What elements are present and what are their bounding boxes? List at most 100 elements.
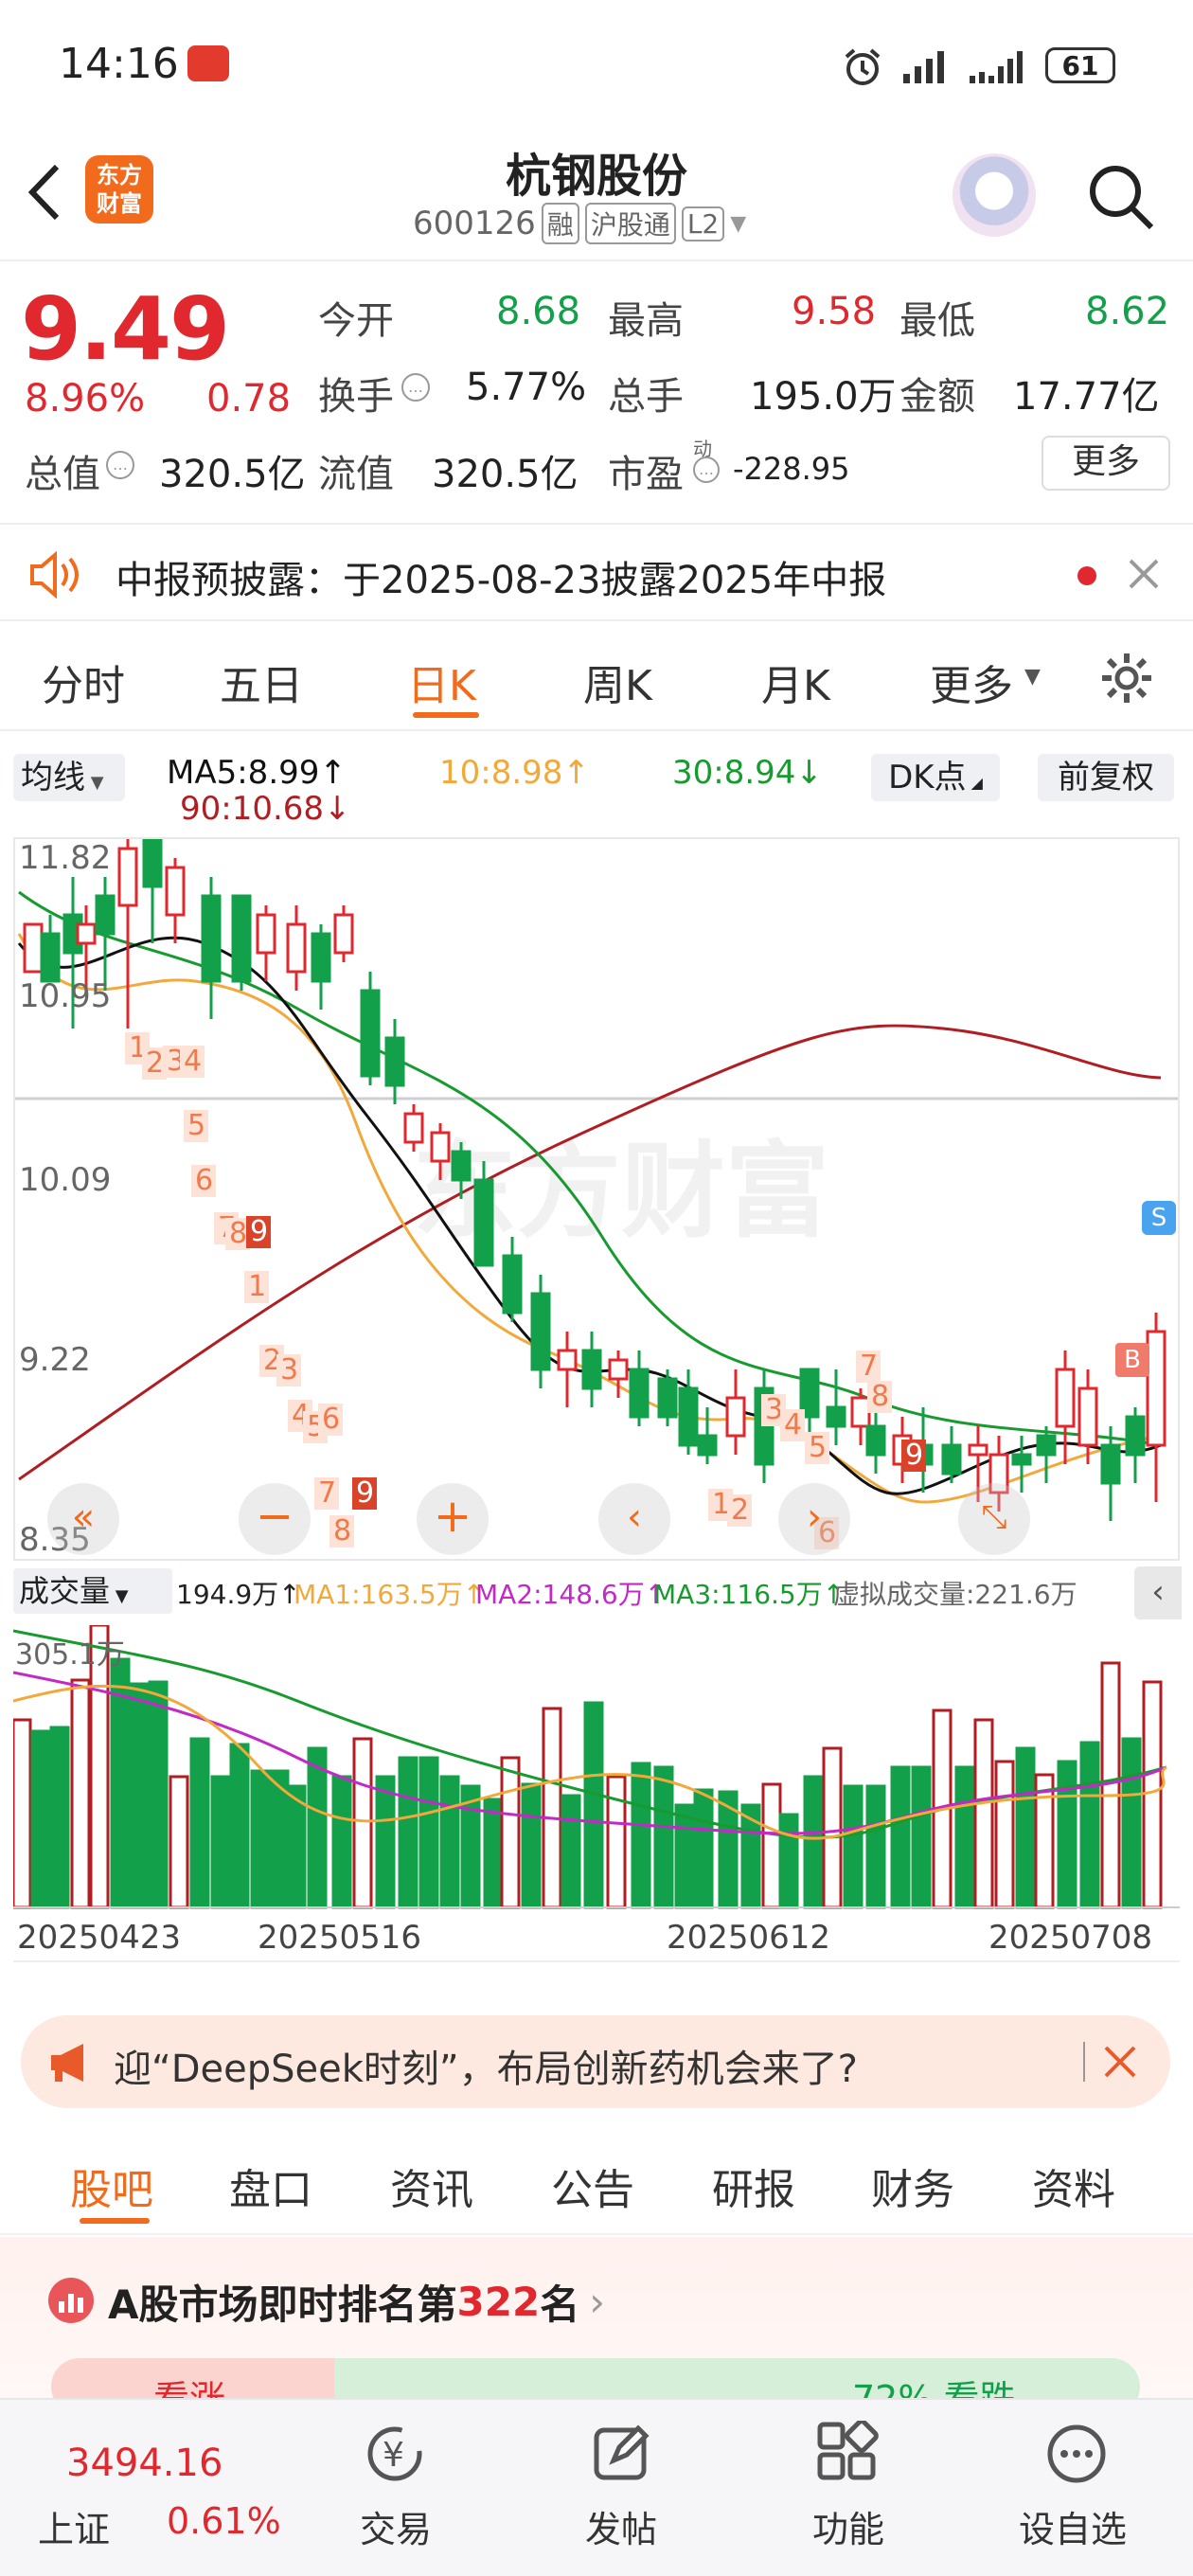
mcap-label: 总值 <box>25 453 100 496</box>
sub-tabs: 股吧 盘口 资讯 公告 研报 财务 资料 <box>0 2131 1193 2235</box>
banner-close-icon[interactable] <box>1102 2044 1138 2080</box>
subtab-forum[interactable]: 股吧 <box>70 2156 153 2216</box>
volume-bar <box>1057 1760 1077 1909</box>
volume-bar <box>693 1788 714 1909</box>
tab-monthly-k[interactable]: 月K <box>761 652 830 712</box>
volume-y-max: 305.1万 <box>15 1638 125 1672</box>
signal-icon <box>903 51 944 83</box>
candle-body <box>1125 1415 1146 1457</box>
quote-panel: 9.49 8.96% 0.78 今开 8.68 最高 9.58 最低 8.62 … <box>0 263 1193 519</box>
volume-bar <box>561 1794 581 1909</box>
subtab-announcements[interactable]: 公告 <box>551 2156 634 2216</box>
volume-chart[interactable]: 305.1万 <box>13 1625 1180 1909</box>
volume-bar <box>1015 1746 1036 1909</box>
header: 东方 财富 杭钢股份 600126 融 沪股通 L2 ▼ <box>0 133 1193 261</box>
subtab-news[interactable]: 资讯 <box>390 2156 473 2216</box>
volume-bar <box>148 1680 169 1909</box>
promo-banner[interactable]: 迎“DeepSeek时刻”，布局创新药机会来了? <box>21 2015 1170 2108</box>
stock-code-row[interactable]: 600126 融 沪股通 L2 ▼ <box>413 203 746 244</box>
subtab-finance[interactable]: 财务 <box>871 2156 954 2216</box>
next-button[interactable]: › <box>778 1483 850 1555</box>
volume-bar <box>1079 1741 1100 1909</box>
candle-body <box>165 866 186 917</box>
volume-ma1: MA1:163.5万↑ <box>294 1579 486 1610</box>
nav-post[interactable]: 发帖 <box>585 2500 657 2552</box>
nav-trade[interactable]: 交易 <box>360 2500 432 2552</box>
tab-daily-k[interactable]: 日K <box>407 652 476 712</box>
y-label-1: 10.95 <box>19 977 112 1015</box>
tab-five-day[interactable]: 五日 <box>220 652 303 712</box>
candle-body <box>473 1178 494 1267</box>
close-icon[interactable] <box>1127 557 1161 591</box>
volume-current: 194.9万↑ <box>176 1579 301 1610</box>
more-button[interactable]: 更多 <box>1042 436 1170 491</box>
index-name[interactable]: 上证 <box>38 2500 110 2552</box>
volume-bar <box>375 1775 396 1909</box>
volume-bar <box>865 1784 886 1909</box>
candle-body <box>697 1434 718 1457</box>
nav-function[interactable]: 功能 <box>812 2500 884 2552</box>
candle-body <box>941 1443 962 1476</box>
volume-bar <box>606 1775 627 1909</box>
sequence-label: 3 <box>280 1353 298 1386</box>
indicator-selector[interactable]: 均线 ▼ <box>13 754 125 801</box>
sequence-label: 9 <box>905 1439 923 1472</box>
prev-button[interactable]: ‹ <box>598 1483 670 1555</box>
volume-bar <box>803 1775 824 1909</box>
candle-body <box>384 1036 405 1087</box>
post-icon[interactable] <box>591 2421 653 2487</box>
volume-bar <box>129 1682 150 1909</box>
volume-bar <box>583 1701 604 1909</box>
info-icon[interactable]: … <box>401 373 430 402</box>
float-label: 流值 <box>318 453 394 496</box>
candle-body <box>117 847 138 907</box>
scroll-left-button[interactable]: « <box>47 1483 119 1555</box>
settings-icon[interactable] <box>1098 650 1155 707</box>
candle-body <box>142 839 163 888</box>
candle-body <box>451 1150 472 1182</box>
subtab-research[interactable]: 研报 <box>712 2156 795 2216</box>
index-percent[interactable]: 0.61% <box>167 2500 281 2542</box>
volume-svg <box>13 1625 1180 1909</box>
chevron-right-icon: › <box>589 2279 605 2325</box>
sequence-label: 8 <box>333 1514 351 1547</box>
candle-body <box>1100 1443 1121 1485</box>
tab-more[interactable]: 更多 <box>930 652 1013 712</box>
watchlist-icon[interactable] <box>1043 2421 1110 2487</box>
info-icon-2[interactable]: … <box>106 451 134 479</box>
candle-body <box>23 922 44 974</box>
nav-watchlist[interactable]: 设自选 <box>1019 2500 1127 2552</box>
volume-bar <box>973 1718 994 1909</box>
trade-icon[interactable]: ¥ <box>362 2421 428 2487</box>
subtab-profile[interactable]: 资料 <box>1032 2156 1115 2216</box>
date-3: 20250708 <box>988 1919 1153 1957</box>
tag-level2: L2 <box>681 206 725 242</box>
kline-chart[interactable]: 东方财富 123456789123456789123456789 11.82 1… <box>13 837 1180 1561</box>
tab-intraday[interactable]: 分时 <box>42 652 125 712</box>
ranking-section[interactable]: A股市场即时排名第 322 名 › 看涨 72% 看跌 <box>0 2237 1193 2415</box>
tab-weekly-k[interactable]: 周K <box>583 652 652 712</box>
volume-bar <box>994 1760 1015 1909</box>
notice-bar[interactable]: 中报预披露：于2025-08-23披露2025年中报 <box>0 523 1193 621</box>
turnover-label: 换手 <box>318 375 394 419</box>
ranking-icon <box>48 2278 94 2323</box>
ma5-value: MA5:8.99↑ <box>167 754 347 792</box>
info-icon-3[interactable]: … <box>693 456 720 483</box>
sequence-label: 5 <box>809 1431 827 1464</box>
collapse-button[interactable]: ‹ <box>1134 1566 1182 1619</box>
fullscreen-button[interactable]: ⤡ <box>958 1483 1030 1555</box>
adjust-button[interactable]: 前复权 <box>1038 754 1174 801</box>
ranking-prefix: A股市场即时排名第 <box>108 2281 457 2328</box>
index-value[interactable]: 3494.16 <box>66 2442 223 2485</box>
function-icon[interactable] <box>816 2421 881 2485</box>
dk-point-button[interactable]: DK点 ◢ <box>871 754 1000 801</box>
volume-selector[interactable]: 成交量 ▼ <box>13 1568 172 1614</box>
zoom-in-button[interactable]: + <box>417 1483 489 1555</box>
zoom-out-button[interactable]: − <box>239 1483 311 1555</box>
volume-bar <box>229 1743 250 1909</box>
volume-bar <box>1034 1773 1055 1909</box>
subtab-orderbook[interactable]: 盘口 <box>229 2156 312 2216</box>
robot-avatar[interactable] <box>953 153 1036 237</box>
s-marker: S <box>1142 1201 1176 1235</box>
search-icon[interactable] <box>1085 161 1157 233</box>
